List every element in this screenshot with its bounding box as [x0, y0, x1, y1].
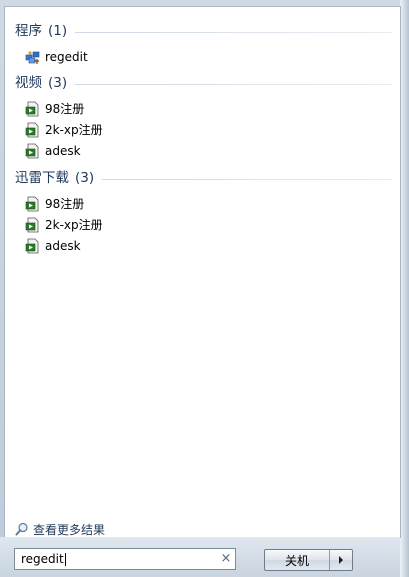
group-title: 迅雷下载 — [15, 170, 69, 186]
list-item-regedit[interactable]: regedit — [25, 47, 225, 67]
list-item-2k-xp-register[interactable]: 2k-xp注册 — [25, 120, 225, 140]
see-more-label: 查看更多结果 — [33, 522, 106, 537]
search-input[interactable]: regedit — [15, 552, 217, 566]
video-file-icon — [25, 143, 39, 159]
search-input-value: regedit — [21, 552, 64, 566]
regedit-icon — [25, 51, 40, 64]
group-count: (1) — [48, 23, 68, 39]
group-title: 程序 — [15, 23, 42, 39]
group-divider — [75, 31, 392, 33]
group-header-videos[interactable]: 视频 (3) — [15, 73, 392, 93]
item-label: 98注册 — [45, 102, 85, 116]
list-item-98-register[interactable]: 98注册 — [25, 99, 225, 119]
search-results-panel: 程序 (1) regedit 视频 (3) 98注册 2k-xp注册 adesk… — [4, 6, 401, 538]
see-more-results-link[interactable]: 查看更多结果 — [15, 520, 105, 538]
shutdown-options-button[interactable] — [330, 556, 352, 564]
group-header-programs[interactable]: 程序 (1) — [15, 21, 392, 41]
video-file-icon — [25, 101, 39, 117]
video-file-icon — [25, 217, 39, 233]
clear-search-button[interactable]: × — [217, 549, 235, 569]
item-label: regedit — [45, 50, 88, 64]
item-label: 98注册 — [45, 197, 85, 211]
group-count: (3) — [75, 170, 95, 186]
video-file-icon — [25, 122, 39, 138]
video-file-icon — [25, 238, 39, 254]
group-count: (3) — [48, 75, 68, 91]
list-item-2k-xp-register[interactable]: 2k-xp注册 — [25, 215, 225, 235]
group-divider — [75, 83, 392, 85]
list-item-98-register[interactable]: 98注册 — [25, 194, 225, 214]
group-header-thunder-downloads[interactable]: 迅雷下载 (3) — [15, 168, 392, 188]
item-label: adesk — [45, 144, 81, 158]
window-edge — [400, 0, 409, 577]
item-label: 2k-xp注册 — [45, 218, 103, 232]
search-box[interactable]: regedit × — [14, 548, 236, 570]
shutdown-button[interactable]: 关机 — [265, 552, 329, 569]
item-label: adesk — [45, 239, 81, 253]
chevron-right-icon — [339, 556, 343, 564]
item-label: 2k-xp注册 — [45, 123, 103, 137]
group-divider — [102, 178, 392, 180]
magnifier-icon — [15, 522, 28, 536]
list-item-adesk[interactable]: adesk — [25, 236, 225, 256]
list-item-adesk[interactable]: adesk — [25, 141, 225, 161]
group-title: 视频 — [15, 75, 42, 91]
video-file-icon — [25, 196, 39, 212]
shutdown-button-group: 关机 — [264, 549, 353, 571]
text-caret — [64, 553, 66, 566]
